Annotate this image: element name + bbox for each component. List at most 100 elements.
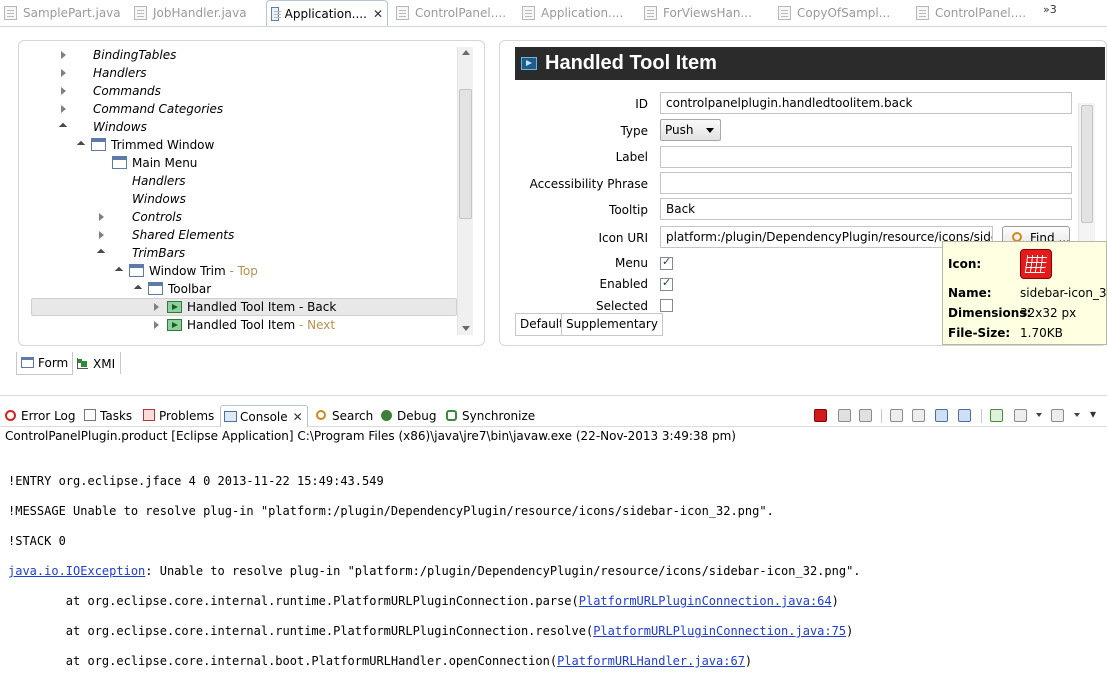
enabled-checkbox[interactable] bbox=[660, 276, 673, 291]
selected-checkbox[interactable] bbox=[660, 299, 673, 312]
tab-form[interactable]: Form bbox=[16, 352, 74, 375]
chevron-down-icon[interactable] bbox=[1074, 413, 1080, 417]
editor-tab[interactable]: Application.... bbox=[518, 0, 638, 26]
stack-trace-link[interactable]: PlatformURLPluginConnection.java:64 bbox=[579, 594, 832, 608]
tree-scrollbar[interactable] bbox=[457, 47, 473, 335]
tree-item-selected[interactable]: Handled Tool Item - Back bbox=[154, 298, 336, 316]
tree-item[interactable]: Main Menu bbox=[112, 154, 197, 172]
collapse-icon[interactable] bbox=[96, 248, 106, 258]
id-field[interactable]: controlpanelplugin.handledtoolitem.back bbox=[660, 92, 1072, 114]
console-line: java.io.IOException: Unable to resolve p… bbox=[8, 564, 861, 578]
type-select[interactable]: Push bbox=[660, 119, 721, 141]
expand-icon[interactable] bbox=[61, 87, 66, 95]
tree-item[interactable]: Handlers bbox=[61, 64, 147, 82]
editor-tab[interactable]: ForViewsHan... bbox=[640, 0, 762, 26]
close-icon[interactable]: ✕ bbox=[293, 410, 303, 424]
editor-tab[interactable]: CopyOfSampl... bbox=[774, 0, 896, 26]
show-on-output-icon[interactable] bbox=[935, 409, 948, 422]
console-line: at org.eclipse.core.internal.runtime.Pla… bbox=[8, 624, 854, 638]
tree-item[interactable]: Shared Elements bbox=[99, 226, 234, 244]
remove-all-launches-icon[interactable] bbox=[859, 409, 872, 422]
accessibility-phrase-field[interactable] bbox=[660, 172, 1072, 194]
remove-launch-icon[interactable] bbox=[838, 409, 851, 422]
tab-default[interactable]: Default bbox=[515, 313, 568, 336]
open-console-icon[interactable] bbox=[1051, 409, 1064, 422]
tree-item[interactable]: Trimmed Window bbox=[76, 136, 214, 154]
tree-item[interactable]: Handled Tool Item - Next bbox=[154, 316, 335, 334]
scroll-up-icon[interactable] bbox=[462, 50, 470, 55]
stack-trace-link[interactable]: PlatformURLHandler.java:67 bbox=[557, 654, 745, 668]
console-launch-header: ControlPanelPlugin.product [Eclipse Appl… bbox=[5, 429, 736, 443]
problems-icon bbox=[143, 409, 155, 421]
show-on-error-icon[interactable] bbox=[958, 409, 971, 422]
stack-trace-link[interactable]: PlatformURLPluginConnection.java:75 bbox=[593, 624, 846, 638]
handled-tool-item-icon bbox=[521, 57, 537, 70]
tree-item[interactable]: Toolbar bbox=[133, 280, 211, 298]
tree-item[interactable]: Commands bbox=[61, 82, 161, 100]
close-icon[interactable]: ✕ bbox=[373, 7, 383, 21]
tree-item[interactable]: Command Categories bbox=[61, 100, 223, 118]
view-menu-icon[interactable]: ▾ bbox=[1090, 407, 1096, 421]
tab-debug[interactable]: Debug bbox=[378, 405, 436, 427]
console-line: at org.eclipse.core.internal.boot.Platfo… bbox=[8, 654, 753, 668]
expand-icon[interactable] bbox=[154, 303, 159, 311]
pin-console-icon[interactable] bbox=[990, 409, 1003, 422]
tooltip-filesize-value: 1.70KB bbox=[1020, 326, 1063, 340]
editor-tab[interactable]: ControlPanel.... bbox=[912, 0, 1034, 26]
scrollbar-thumb[interactable] bbox=[459, 89, 472, 219]
tree-item[interactable]: BindingTables bbox=[61, 46, 176, 64]
tooltip-dimensions-value: 32x32 px bbox=[1020, 306, 1077, 320]
terminate-icon[interactable] bbox=[814, 409, 827, 422]
tab-xmi[interactable]: XMI bbox=[71, 352, 120, 375]
display-console-icon[interactable] bbox=[1014, 409, 1027, 422]
tree-item[interactable]: TrimBars bbox=[96, 244, 185, 262]
tooltip-name-value: sidebar-icon_32. bbox=[1020, 286, 1107, 300]
tab-error-log[interactable]: Error Log bbox=[2, 405, 76, 427]
console-line: !ENTRY org.eclipse.jface 4 0 2013-11-22 … bbox=[8, 474, 384, 488]
console-output[interactable]: !ENTRY org.eclipse.jface 4 0 2013-11-22 … bbox=[8, 459, 861, 684]
editor-tab-active[interactable]: Application.... ✕ bbox=[266, 0, 388, 26]
menu-checkbox[interactable] bbox=[660, 255, 673, 270]
tree-item[interactable]: Windows bbox=[58, 118, 147, 136]
editor-tab[interactable]: ControlPanel.... bbox=[392, 0, 512, 26]
editor-tab[interactable]: JobHandler.java bbox=[130, 0, 255, 26]
label-field[interactable] bbox=[660, 146, 1072, 168]
tab-overflow-button[interactable]: »3 bbox=[1043, 3, 1057, 16]
chevron-down-icon[interactable] bbox=[1036, 413, 1042, 417]
tooltip-field[interactable]: Back bbox=[660, 198, 1072, 220]
exception-link[interactable]: java.io.IOException bbox=[8, 564, 145, 578]
expand-icon[interactable] bbox=[154, 321, 159, 329]
collapse-icon[interactable] bbox=[133, 284, 143, 294]
tab-tasks[interactable]: Tasks bbox=[81, 405, 132, 427]
tree-item[interactable]: Controls bbox=[99, 208, 182, 226]
scroll-down-icon[interactable] bbox=[462, 326, 470, 331]
divider bbox=[120, 352, 121, 374]
tree-item[interactable]: Windows bbox=[132, 190, 186, 208]
expand-icon[interactable] bbox=[99, 213, 104, 221]
java-file-icon bbox=[644, 6, 657, 20]
accessibility-phrase-label: Accessibility Phrase bbox=[529, 177, 648, 191]
tree-item[interactable]: Handlers bbox=[132, 172, 186, 190]
scrollbar-thumb[interactable] bbox=[1081, 105, 1093, 223]
tree-item[interactable]: Window Trim - Top bbox=[114, 262, 258, 280]
scroll-lock-icon[interactable] bbox=[912, 409, 925, 422]
details-header: Handled Tool Item bbox=[515, 47, 1105, 80]
clear-console-icon[interactable] bbox=[890, 409, 903, 422]
collapse-icon[interactable] bbox=[114, 266, 124, 276]
trim-icon bbox=[129, 264, 144, 277]
tab-search[interactable]: Search bbox=[313, 405, 373, 427]
expand-icon[interactable] bbox=[99, 231, 104, 239]
expand-icon[interactable] bbox=[61, 51, 66, 59]
tab-problems[interactable]: Problems bbox=[140, 405, 214, 427]
tooltip-filesize-label: File-Size: bbox=[948, 326, 1011, 340]
expand-icon[interactable] bbox=[61, 105, 66, 113]
menu-icon bbox=[112, 156, 127, 169]
tab-console[interactable]: Console ✕ bbox=[220, 405, 308, 427]
editor-tab[interactable]: SamplePart.java bbox=[0, 0, 125, 26]
collapse-icon[interactable] bbox=[58, 122, 68, 132]
collapse-icon[interactable] bbox=[76, 140, 86, 150]
java-file-icon bbox=[4, 6, 17, 20]
expand-icon[interactable] bbox=[61, 69, 66, 77]
tab-supplementary[interactable]: Supplementary bbox=[561, 313, 663, 336]
tab-synchronize[interactable]: Synchronize bbox=[443, 405, 535, 427]
